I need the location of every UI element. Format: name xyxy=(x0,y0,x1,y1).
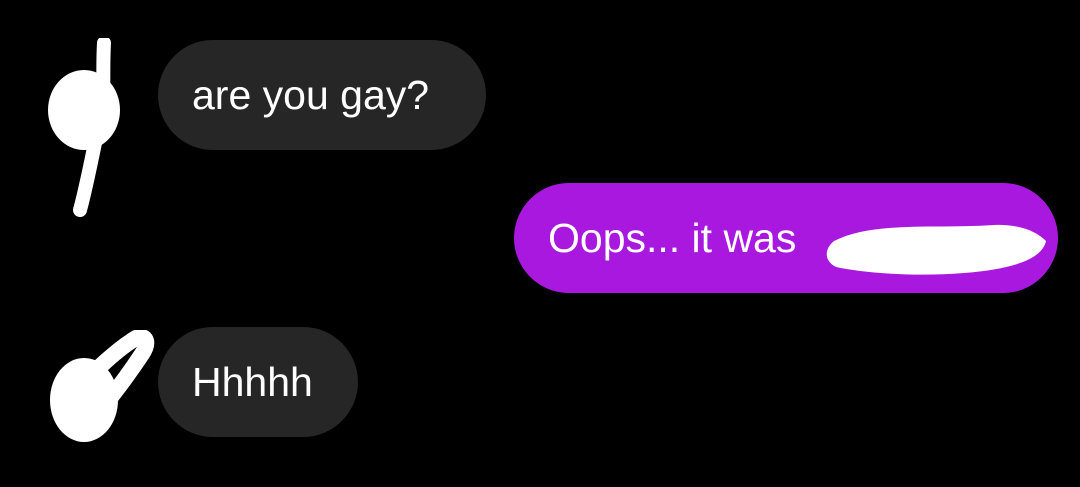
message-text: Oops... it was xyxy=(548,215,797,261)
sender-avatar[interactable] xyxy=(46,330,156,450)
message-thread: are you gay? Oops... it was Hhhhh xyxy=(0,0,1080,487)
avatar-redaction-scribble xyxy=(50,330,155,442)
avatar-redaction-scribble xyxy=(48,38,120,217)
message-bubble-incoming[interactable]: are you gay? xyxy=(158,40,486,150)
message-bubble-outgoing[interactable]: Oops... it was xyxy=(514,183,1058,293)
sender-avatar[interactable] xyxy=(46,38,136,217)
message-redaction-scribble xyxy=(826,224,1046,275)
message-bubble-incoming[interactable]: Hhhhh xyxy=(158,327,358,437)
